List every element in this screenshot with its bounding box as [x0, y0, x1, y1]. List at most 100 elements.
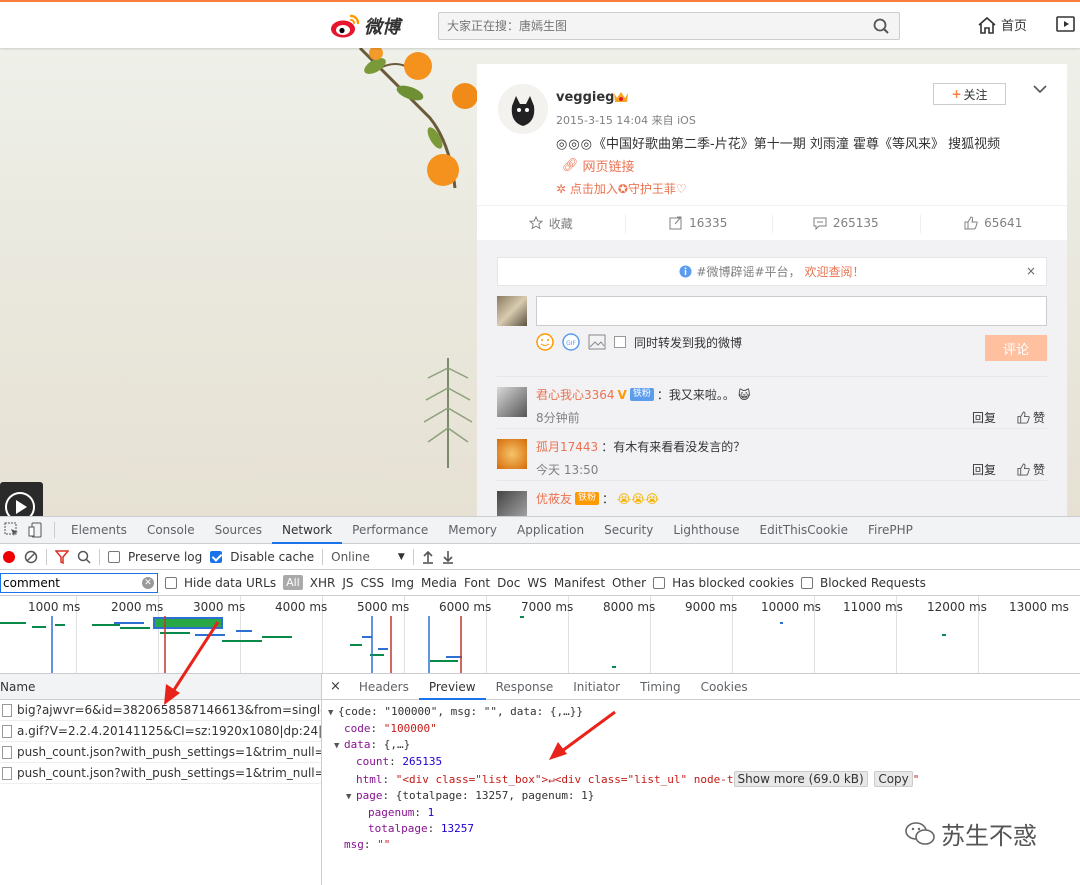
reply-button[interactable]: 回复: [972, 461, 996, 478]
close-icon[interactable]: ×: [1026, 264, 1036, 278]
tab-cookies[interactable]: Cookies: [691, 674, 758, 700]
filter-font[interactable]: Font: [464, 576, 490, 590]
user-avatar[interactable]: [498, 84, 548, 134]
json-line: count: 265135: [356, 755, 443, 768]
show-more-button[interactable]: Show more (69.0 kB): [733, 771, 868, 787]
device-toolbar-icon[interactable]: [24, 522, 48, 538]
tab-application[interactable]: Application: [507, 517, 594, 544]
notice-link[interactable]: 欢迎查阅！: [805, 263, 865, 280]
import-har-icon[interactable]: [422, 550, 434, 564]
comment-author[interactable]: 孤月17443: [536, 438, 598, 455]
filter-img[interactable]: Img: [391, 576, 414, 590]
nav-home[interactable]: 首页: [977, 15, 1027, 34]
tab-lighthouse[interactable]: Lighthouse: [663, 517, 749, 544]
throttle-select[interactable]: Online ▼: [331, 550, 405, 564]
tab-timing[interactable]: Timing: [630, 674, 691, 700]
request-row[interactable]: a.gif?V=2.2.4.20141125&CI=sz:1920x1080|d…: [0, 721, 321, 742]
tab-memory[interactable]: Memory: [438, 517, 507, 544]
disable-cache-checkbox[interactable]: [210, 550, 223, 563]
filter-all-button[interactable]: All: [283, 575, 303, 590]
tab-editthiscookie[interactable]: EditThisCookie: [750, 517, 859, 544]
gif-icon[interactable]: GIF: [562, 333, 580, 351]
comment-avatar[interactable]: [497, 387, 527, 417]
json-line[interactable]: ▼ data: {,…}: [328, 737, 919, 754]
request-row[interactable]: big?ajwvr=6&id=3820658587146613&from=sin…: [0, 700, 321, 721]
filter-js[interactable]: JS: [342, 576, 353, 590]
filter-input[interactable]: [1, 573, 139, 592]
comment-author[interactable]: 优莜友: [536, 490, 572, 507]
blocked-requests-checkbox[interactable]: [800, 576, 813, 589]
filter-xhr[interactable]: XHR: [310, 576, 336, 590]
submit-comment-button[interactable]: 评论: [985, 335, 1047, 361]
chevron-down-icon[interactable]: [1033, 84, 1047, 94]
filter-ws[interactable]: WS: [527, 576, 546, 590]
filter-box[interactable]: ✕: [0, 572, 158, 593]
search-input[interactable]: [439, 13, 859, 39]
json-line[interactable]: ▼ page: {totalpage: 13257, pagenum: 1}: [328, 788, 919, 805]
tab-security[interactable]: Security: [594, 517, 663, 544]
reply-button[interactable]: 回复: [972, 409, 996, 426]
tab-headers[interactable]: Headers: [349, 674, 419, 700]
export-har-icon[interactable]: [442, 550, 454, 564]
tab-firephp[interactable]: FirePHP: [858, 517, 923, 544]
record-icon[interactable]: [2, 550, 16, 564]
blocked-cookies-label: Has blocked cookies: [672, 575, 794, 590]
tab-console[interactable]: Console: [137, 517, 205, 544]
tab-elements[interactable]: Elements: [61, 517, 137, 544]
favorite-button[interactable]: 收藏: [477, 206, 625, 240]
persimmon-branch-illustration: [358, 48, 478, 189]
filter-media[interactable]: Media: [421, 576, 457, 590]
comment-like-button[interactable]: 赞: [1017, 461, 1045, 478]
web-link[interactable]: 🔗︎ 网页链接: [562, 156, 635, 175]
expand-triangle-icon[interactable]: ▼: [328, 705, 338, 721]
search-icon[interactable]: [77, 550, 91, 564]
emoji-icon[interactable]: [536, 333, 554, 351]
comment-input[interactable]: [536, 296, 1047, 326]
expand-triangle-icon[interactable]: ▼: [334, 738, 344, 754]
blocked-cookies-checkbox[interactable]: [653, 576, 666, 589]
clear-filter-icon[interactable]: ✕: [142, 576, 154, 589]
name-column-header[interactable]: Name: [0, 674, 321, 700]
comment-avatar[interactable]: [497, 491, 527, 516]
vip-badge-icon[interactable]: [613, 90, 629, 104]
inspect-element-icon[interactable]: [0, 522, 24, 538]
post-username[interactable]: veggieg: [556, 90, 614, 105]
image-icon[interactable]: [588, 334, 606, 350]
search-box[interactable]: [438, 12, 900, 40]
join-group-link[interactable]: ✲ 点击加入✪守护王菲♡: [556, 180, 687, 197]
copy-button[interactable]: Copy: [874, 771, 913, 787]
request-row[interactable]: push_count.json?with_push_settings=1&tri…: [0, 742, 321, 763]
filter-other[interactable]: Other: [612, 576, 646, 590]
tab-response[interactable]: Response: [486, 674, 564, 700]
preserve-log-checkbox[interactable]: [108, 550, 120, 563]
tab-initiator[interactable]: Initiator: [563, 674, 630, 700]
follow-button[interactable]: + 关注: [933, 83, 1006, 105]
request-row[interactable]: push_count.json?with_push_settings=1&tri…: [0, 763, 321, 784]
like-button[interactable]: 65641: [919, 206, 1068, 240]
tab-network[interactable]: Network: [272, 517, 343, 544]
search-icon[interactable]: [873, 18, 889, 34]
comment-button[interactable]: 265135: [772, 206, 920, 240]
tab-performance[interactable]: Performance: [342, 517, 438, 544]
comment-author[interactable]: 君心我心3364: [536, 386, 615, 403]
video-icon[interactable]: [1056, 15, 1080, 33]
clear-icon[interactable]: [24, 550, 38, 564]
network-timeline[interactable]: 1000 ms 2000 ms 3000 ms 4000 ms 5000 ms …: [0, 596, 1080, 674]
tab-sources[interactable]: Sources: [205, 517, 272, 544]
video-play-button[interactable]: [0, 482, 43, 516]
tab-preview[interactable]: Preview: [418, 674, 486, 700]
comment-avatar[interactable]: [497, 439, 527, 469]
filter-doc[interactable]: Doc: [497, 576, 520, 590]
hide-data-urls-checkbox[interactable]: [165, 576, 177, 589]
post-time[interactable]: 2015-3-15 14:04 来自 iOS: [556, 112, 696, 128]
filter-css[interactable]: CSS: [360, 576, 384, 590]
filter-manifest[interactable]: Manifest: [554, 576, 605, 590]
weibo-logo[interactable]: 微博: [330, 11, 400, 41]
comment-like-button[interactable]: 赞: [1017, 409, 1045, 426]
json-root[interactable]: ▼ {code: "100000", msg: "", data: {,…}}: [328, 704, 919, 721]
forward-checkbox[interactable]: [614, 336, 626, 348]
expand-triangle-icon[interactable]: ▼: [346, 789, 356, 805]
filter-icon[interactable]: [55, 549, 69, 564]
close-detail-icon[interactable]: ×: [322, 679, 349, 694]
repost-button[interactable]: 16335: [624, 206, 773, 240]
